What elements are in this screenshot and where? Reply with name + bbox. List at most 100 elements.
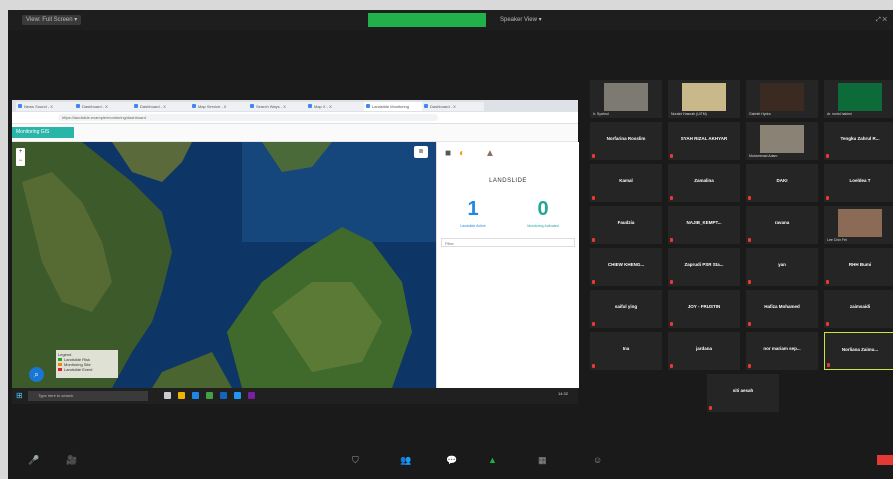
meeting-controls-bar: 🎤 🎥 ⛉ 👥 💬 ▲ ▦ ☺ [8,434,893,479]
participant-tile[interactable]: zaimsaidi [824,290,893,328]
camera-icon[interactable]: ■ [445,148,451,160]
satellite-map[interactable]: + − ≣ Legend Landslide Risk Monitoring S… [12,142,436,388]
participant-caption: Lee Chin Fei [827,238,847,242]
hazard-icon[interactable]: ▲ [485,148,495,160]
taskbar-clock: 14:32 [557,391,568,396]
participant-tile[interactable]: Zaprudi PSR Sta... [668,248,740,286]
layers-icon[interactable]: ≣ [414,146,428,158]
participant-tile[interactable]: nor mariam sep... [746,332,818,370]
participant-tile[interactable]: saiful ying [590,290,662,328]
map-search-icon[interactable]: ⌕ [29,367,44,382]
browser-tab[interactable]: Map Service - X [190,102,252,111]
participants-button[interactable]: 👥 [400,455,411,465]
participant-tile[interactable]: Lee Chin Fei [824,206,893,244]
muted-mic-icon [709,406,712,410]
participant-name: Norfarina Rosslim [606,136,646,141]
participant-tile[interactable]: jardana [668,332,740,370]
participant-caption: Gabriel Hydra [749,112,771,116]
legend-item: Landslide Event [58,367,116,372]
muted-mic-icon [748,364,751,368]
participant-tile[interactable]: CHIEW KHENG... [590,248,662,286]
participant-tile[interactable]: Faudzia [590,206,662,244]
muted-mic-icon [592,364,595,368]
taskbar-search[interactable]: Type here to search [28,391,148,401]
participant-name: NAJIB_KEMPT... [686,220,722,225]
stop-video-button[interactable]: 🎥 [66,455,77,465]
teams-icon[interactable] [248,392,255,399]
participant-tile[interactable]: Kamal [590,164,662,202]
participant-tile[interactable]: Muhammad Adam [746,122,818,160]
task-view-icon[interactable] [164,392,171,399]
word-icon[interactable] [220,392,227,399]
monitoring-activated-count: 0 [537,198,549,220]
participant-tile[interactable]: dr. mohd hakimi [824,80,893,118]
browser-tab[interactable]: Search Ways - X [248,102,310,111]
participant-video [760,125,804,153]
filter-dropdown[interactable]: Filter [441,238,575,247]
participant-tile[interactable]: Ina [590,332,662,370]
participant-tile[interactable]: SYAH RIZAL AKHYAR [668,122,740,160]
participant-name: Loeldea T [849,178,871,183]
participant-video [838,83,882,111]
url-field[interactable]: https://landslide.example/monitoring/das… [58,114,438,121]
participant-tile[interactable]: RHH Bumi [824,248,893,286]
map-zoom-controls: + − [16,148,25,166]
participant-tile[interactable]: Tengku Zahrul R... [824,122,893,160]
speaker-view-dropdown[interactable]: Speaker View ▾ [500,15,542,25]
reactions-button[interactable]: ☺ [593,455,602,465]
participant-caption: Ir. Syahrul [593,112,609,116]
mute-button[interactable]: 🎤 [28,455,39,465]
zoom-window: View: Full Screen ▾ Speaker View ▾ ⤢ ✕ N… [8,10,893,479]
share-screen-button[interactable]: ▲ [488,455,497,465]
zoom-out-button[interactable]: − [16,157,25,166]
participant-tile[interactable]: yan [746,248,818,286]
edge-icon[interactable] [192,392,199,399]
participant-tile[interactable]: Gabriel Hydra [746,80,818,118]
landslide-active-count: 1 [467,198,479,220]
participant-video [604,83,648,111]
muted-mic-icon [826,322,829,326]
muted-mic-icon [670,238,673,242]
zoom-in-button[interactable]: + [16,148,25,157]
browser-tab[interactable]: Dashboard - X [132,102,194,111]
participant-video [838,209,882,237]
app-header: Monitoring GIS [12,124,578,142]
chat-button[interactable]: 💬 [446,455,457,465]
participant-tile[interactable]: Hafiza Mohamed [746,290,818,328]
windows-taskbar: ⊞ Type here to search 14:32 [12,388,578,404]
participant-tile[interactable]: Loeldea T [824,164,893,202]
participant-tile[interactable]: JOY - FRUSTIN [668,290,740,328]
participant-name: Hafiza Mohamed [764,304,800,309]
landslide-icon[interactable]: ◐ [459,148,465,160]
participant-tile[interactable]: Ir. Syahrul [590,80,662,118]
security-button[interactable]: ⛉ [352,455,359,465]
participant-tile[interactable]: Norliana Zaimu... [824,332,893,370]
browser-tab[interactable]: Map X - X [306,102,368,111]
fullscreen-icon[interactable]: ⤢ ✕ [876,15,887,25]
participant-tile[interactable]: DAKI [746,164,818,202]
windows-start-icon[interactable]: ⊞ [16,391,23,401]
participant-video [682,83,726,111]
zoom-app-icon[interactable] [234,392,241,399]
browser-tab[interactable]: News Sound - X [16,102,78,111]
end-meeting-button[interactable] [877,455,893,465]
participant-tile[interactable]: Norfarina Rosslim [590,122,662,160]
participant-tile[interactable]: ravana [746,206,818,244]
browser-tab[interactable]: Dashboard - X [422,102,484,111]
participant-tile[interactable]: NAJIB_KEMPT... [668,206,740,244]
participant-tile[interactable]: Nuraini Hasnah (UiTM) [668,80,740,118]
participant-name: yan [778,262,786,267]
view-dropdown[interactable]: View: Full Screen ▾ [22,15,82,25]
participant-name: Faudzia [617,220,635,225]
sharing-indicator-bar[interactable] [368,13,486,27]
participant-tile[interactable]: siti aesah [707,374,779,412]
participant-name: JOY - FRUSTIN [687,304,721,309]
browser-tab[interactable]: Landslide Monitoring [364,102,426,111]
chrome-icon[interactable] [206,392,213,399]
participant-name: Norliana Zaimu... [841,347,879,352]
participant-tile[interactable]: Zamalina [668,164,740,202]
browser-tab[interactable]: Dashboard - X [74,102,136,111]
map-legend: Legend Landslide Risk Monitoring Site La… [56,350,118,378]
file-explorer-icon[interactable] [178,392,185,399]
breakout-rooms-button[interactable]: ▦ [538,455,547,465]
